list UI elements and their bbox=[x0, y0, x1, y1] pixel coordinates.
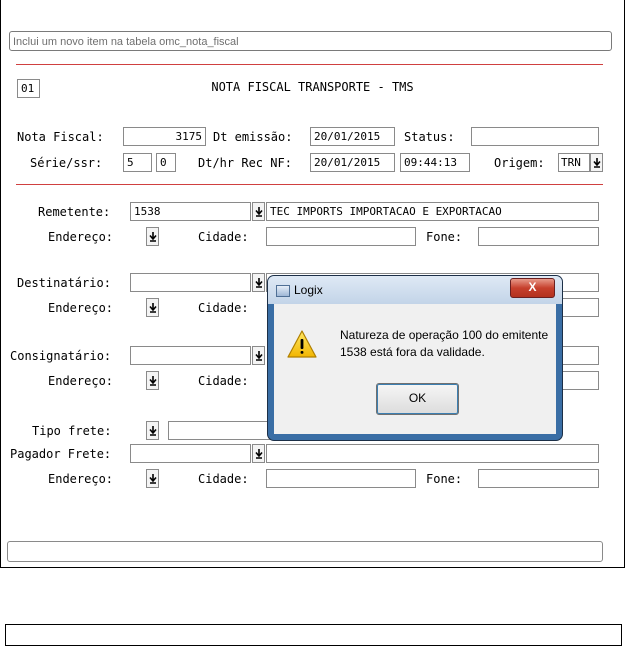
status-input[interactable] bbox=[471, 127, 599, 146]
dialog-title-bar[interactable]: Logix X bbox=[268, 276, 562, 304]
arrow-down-icon bbox=[149, 232, 157, 242]
remetente-cidade-input[interactable] bbox=[266, 227, 416, 246]
dt-rec-label: Dt/hr Rec NF: bbox=[198, 156, 292, 170]
consignatario-endereco-label: Endereço: bbox=[48, 374, 114, 388]
status-label: Status: bbox=[404, 130, 455, 144]
destinatario-cidade-label: Cidade: bbox=[198, 301, 249, 315]
logix-dialog: Logix X Natureza de operação 100 do emit… bbox=[268, 276, 562, 440]
arrow-down-icon bbox=[593, 158, 601, 168]
remetente-fone-input[interactable] bbox=[478, 227, 599, 246]
remetente-cidade-label: Cidade: bbox=[198, 230, 249, 244]
hint-bar: Inclui um novo item na tabela omc_nota_f… bbox=[9, 31, 612, 51]
destinatario-endereco-button[interactable] bbox=[146, 298, 159, 317]
destinatario-label: Destinatário: bbox=[17, 276, 111, 290]
arrow-down-icon bbox=[255, 207, 263, 217]
consignatario-cidade-label: Cidade: bbox=[198, 374, 249, 388]
remetente-endereco-label: Endereço: bbox=[48, 230, 114, 244]
tipo-frete-desc-input[interactable] bbox=[168, 421, 278, 440]
pagador-code-input[interactable] bbox=[130, 444, 251, 463]
dialog-body: Natureza de operação 100 do emitente 153… bbox=[274, 304, 556, 434]
dt-emissao-label: Dt emissão: bbox=[213, 130, 293, 144]
pagador-fone-label: Fone: bbox=[426, 472, 463, 486]
origem-input[interactable]: TRN bbox=[558, 153, 590, 172]
nota-fiscal-label: Nota Fiscal: bbox=[17, 130, 104, 144]
origem-label: Origem: bbox=[494, 156, 545, 170]
pagador-name-input[interactable] bbox=[266, 444, 599, 463]
pagador-lookup-button[interactable] bbox=[252, 444, 265, 463]
dialog-close-button[interactable]: X bbox=[510, 278, 555, 298]
remetente-lookup-button[interactable] bbox=[252, 202, 265, 221]
arrow-down-icon bbox=[255, 278, 263, 288]
arrow-down-icon bbox=[149, 474, 157, 484]
bottom-bar bbox=[5, 624, 622, 646]
tipo-frete-label: Tipo frete: bbox=[32, 424, 112, 438]
tipo-frete-button[interactable] bbox=[146, 421, 159, 440]
pagador-cidade-label: Cidade: bbox=[198, 472, 249, 486]
consignatario-code-input[interactable] bbox=[130, 346, 251, 365]
pagador-cidade-input[interactable] bbox=[266, 469, 416, 488]
separator-middle bbox=[16, 184, 603, 185]
arrow-down-icon bbox=[149, 376, 157, 386]
pagador-fone-input[interactable] bbox=[478, 469, 599, 488]
dt-rec-date-input[interactable]: 20/01/2015 bbox=[310, 153, 395, 172]
destinatario-endereco-label: Endereço: bbox=[48, 301, 114, 315]
consignatario-label: Consignatário: bbox=[10, 349, 112, 363]
serie-input[interactable]: 5 bbox=[123, 153, 152, 172]
remetente-fone-label: Fone: bbox=[426, 230, 463, 244]
pagador-frete-label: Pagador Frete: bbox=[10, 447, 112, 461]
dialog-title: Logix bbox=[294, 283, 323, 297]
destinatario-code-input[interactable] bbox=[130, 273, 251, 292]
warning-icon bbox=[287, 330, 317, 358]
serie-label: Série/ssr: bbox=[30, 156, 103, 170]
remetente-endereco-button[interactable] bbox=[146, 227, 159, 246]
consignatario-endereco-button[interactable] bbox=[146, 371, 159, 390]
ssr-input[interactable]: 0 bbox=[156, 153, 176, 172]
separator-top bbox=[16, 64, 603, 65]
status-bar bbox=[7, 541, 603, 562]
pagador-endereco-button[interactable] bbox=[146, 469, 159, 488]
remetente-label: Remetente: bbox=[38, 205, 111, 219]
consignatario-lookup-button[interactable] bbox=[252, 346, 265, 365]
form-title: NOTA FISCAL TRANSPORTE - TMS bbox=[211, 80, 414, 94]
nota-fiscal-input[interactable]: 3175 bbox=[123, 127, 206, 146]
dt-rec-time-input[interactable]: 09:44:13 bbox=[400, 153, 470, 172]
dialog-message: Natureza de operação 100 do emitente 153… bbox=[340, 328, 549, 359]
origem-dropdown-button[interactable] bbox=[590, 153, 603, 172]
window-icon bbox=[276, 285, 290, 297]
remetente-code-input[interactable]: 1538 bbox=[130, 202, 251, 221]
arrow-down-icon bbox=[149, 426, 157, 436]
arrow-down-icon bbox=[149, 303, 157, 313]
arrow-down-icon bbox=[255, 351, 263, 361]
dt-emissao-input[interactable]: 20/01/2015 bbox=[310, 127, 395, 146]
remetente-name-input[interactable]: TEC IMPORTS IMPORTACAO E EXPORTACAO bbox=[266, 202, 599, 221]
ok-button[interactable]: OK bbox=[376, 383, 459, 415]
pagador-endereco-label: Endereço: bbox=[48, 472, 114, 486]
destinatario-lookup-button[interactable] bbox=[252, 273, 265, 292]
arrow-down-icon bbox=[255, 449, 263, 459]
